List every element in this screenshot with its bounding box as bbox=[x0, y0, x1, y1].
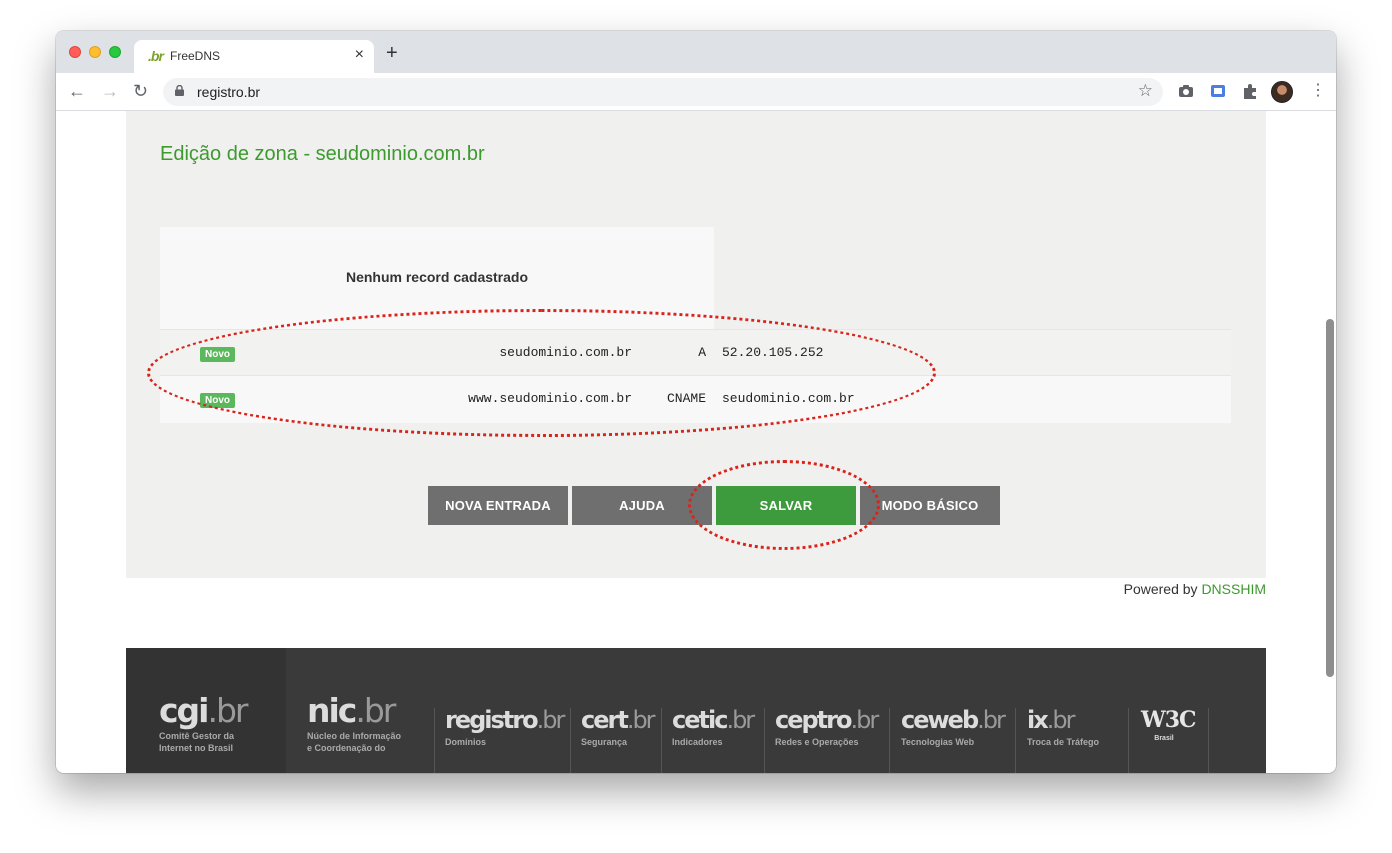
extension-blue-icon[interactable] bbox=[1209, 82, 1227, 100]
modo-basico-button[interactable]: MODO BÁSICO bbox=[860, 486, 1000, 525]
url-text: registro.br bbox=[197, 84, 261, 100]
close-window-button[interactable] bbox=[69, 46, 81, 58]
reload-icon[interactable]: ↻ bbox=[133, 81, 148, 101]
browser-toolbar: ← → ↻ registro.br ☆ ⋮ bbox=[56, 73, 1336, 111]
w3c-brasil-logo[interactable]: W3C Brasil bbox=[1141, 708, 1197, 744]
extensions-puzzle-icon[interactable] bbox=[1241, 82, 1259, 100]
close-tab-icon[interactable]: × bbox=[355, 46, 364, 64]
record-value: 52.20.105.252 bbox=[722, 345, 824, 360]
nova-entrada-button[interactable]: NOVA ENTRADA bbox=[428, 486, 568, 525]
empty-records-box: Nenhum record cadastrado bbox=[160, 227, 714, 329]
empty-records-message: Nenhum record cadastrado bbox=[345, 269, 529, 285]
zoom-window-button[interactable] bbox=[109, 46, 121, 58]
powered-by-label: Powered by bbox=[1123, 581, 1198, 597]
footer-divider bbox=[570, 708, 571, 773]
records-list: Novo seudominio.com.br A 52.20.105.252 N… bbox=[160, 329, 1231, 423]
address-bar[interactable]: registro.br ☆ bbox=[163, 78, 1163, 106]
footer-divider bbox=[1015, 708, 1016, 773]
footer-divider bbox=[661, 708, 662, 773]
bookmark-star-icon[interactable]: ☆ bbox=[1138, 81, 1153, 101]
new-badge: Novo bbox=[200, 347, 235, 362]
footer-divider bbox=[764, 708, 765, 773]
footer: cgi.br Comitê Gestor da Internet no Bras… bbox=[126, 648, 1266, 773]
page-title: Edição de zona - seudominio.com.br bbox=[160, 143, 485, 165]
browser-window: .br FreeDNS × + ← → ↻ registro.br ☆ ⋮ Ed… bbox=[56, 31, 1336, 773]
minimize-window-button[interactable] bbox=[89, 46, 101, 58]
record-type: CNAME bbox=[666, 391, 706, 406]
tab-title: FreeDNS bbox=[170, 49, 221, 63]
footer-divider bbox=[1208, 708, 1209, 773]
footer-divider bbox=[434, 708, 435, 773]
record-row[interactable]: Novo seudominio.com.br A 52.20.105.252 bbox=[160, 329, 1231, 375]
tab-strip: .br FreeDNS × + bbox=[56, 31, 1336, 73]
ix-br-logo[interactable]: ix.br Troca de Tráfego bbox=[1027, 705, 1099, 747]
new-badge: Novo bbox=[200, 393, 235, 408]
profile-avatar[interactable] bbox=[1271, 81, 1293, 103]
registro-br-favicon-icon: .br bbox=[148, 48, 164, 64]
salvar-button[interactable]: SALVAR bbox=[716, 486, 856, 525]
page-viewport: Edição de zona - seudominio.com.br Nenhu… bbox=[56, 111, 1336, 773]
ceweb-br-logo[interactable]: ceweb.br Tecnologias Web bbox=[901, 705, 1006, 747]
browser-menu-icon[interactable]: ⋮ bbox=[1310, 81, 1326, 101]
ajuda-button[interactable]: AJUDA bbox=[572, 486, 712, 525]
camera-icon[interactable] bbox=[1177, 82, 1195, 100]
powered-by: Powered by DNSSHIM bbox=[1124, 581, 1266, 597]
cetic-br-logo[interactable]: cetic.br Indicadores bbox=[672, 705, 755, 747]
tab-freedns[interactable]: .br FreeDNS × bbox=[134, 40, 374, 73]
record-type: A bbox=[698, 345, 706, 360]
record-name: seudominio.com.br bbox=[499, 345, 632, 360]
dnsshim-link[interactable]: DNSSHIM bbox=[1201, 581, 1266, 597]
record-name: www.seudominio.com.br bbox=[468, 391, 632, 406]
footer-divider bbox=[889, 708, 890, 773]
nic-br-logo[interactable]: nic.br Núcleo de Informação e Coordenaçã… bbox=[307, 693, 401, 754]
lock-icon bbox=[175, 85, 184, 96]
zone-edit-panel: Edição de zona - seudominio.com.br Nenhu… bbox=[126, 111, 1266, 578]
ceptro-br-logo[interactable]: ceptro.br Redes e Operações bbox=[775, 705, 879, 747]
vertical-scrollbar[interactable] bbox=[1326, 319, 1334, 677]
record-value: seudominio.com.br bbox=[722, 391, 855, 406]
cgi-br-logo[interactable]: cgi.br Comitê Gestor da Internet no Bras… bbox=[159, 693, 249, 754]
new-tab-button[interactable]: + bbox=[386, 43, 398, 63]
footer-divider bbox=[1128, 708, 1129, 773]
registro-br-logo[interactable]: registro.br Domínios bbox=[445, 705, 565, 747]
back-arrow-icon[interactable]: ← bbox=[68, 81, 86, 101]
record-row[interactable]: Novo www.seudominio.com.br CNAME seudomi… bbox=[160, 375, 1231, 423]
forward-arrow-icon[interactable]: → bbox=[101, 81, 119, 101]
cert-br-logo[interactable]: cert.br Segurança bbox=[581, 705, 656, 747]
